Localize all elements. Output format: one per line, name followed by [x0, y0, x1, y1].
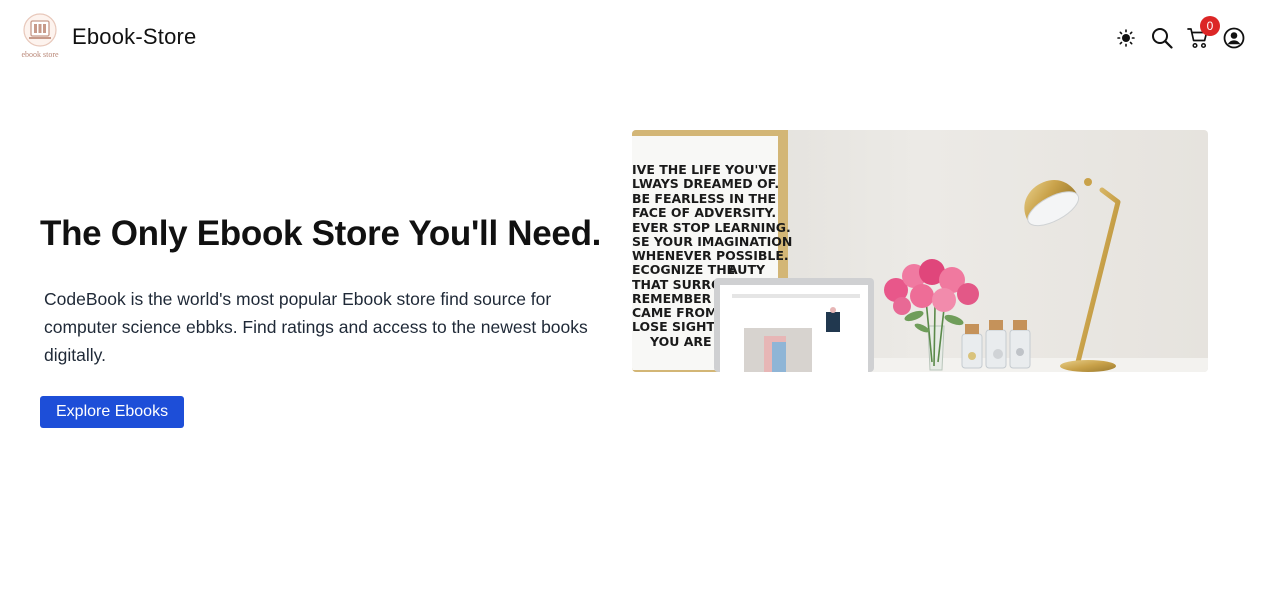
sun-icon: [1117, 29, 1135, 47]
poster-line: ECOGNIZE THE: [632, 262, 735, 277]
hero-description: CodeBook is the world's most popular Ebo…: [44, 289, 588, 365]
brand-name[interactable]: Ebook-Store: [72, 24, 197, 50]
cart-count-badge: 0: [1200, 16, 1220, 36]
poster-line: BE FEARLESS IN THE: [632, 191, 776, 206]
hero-title: The Only Ebook Store You'll Need.: [40, 214, 602, 253]
logo-text: ebook store: [21, 50, 59, 59]
poster-line: SE YOUR IMAGINATION: [632, 234, 792, 249]
poster-line: AUTY: [728, 262, 766, 277]
poster-line: IVE THE LIFE YOU'VE: [632, 162, 777, 177]
hero-image: IVE THE LIFE YOU'VE LWAYS DREAMED OF. BE…: [632, 130, 1208, 372]
user-account-icon: [1223, 27, 1245, 49]
logo-icon: ebook store: [21, 13, 59, 59]
account-button[interactable]: [1220, 24, 1248, 52]
site-header: ebook store Ebook-Store 0: [0, 0, 1272, 76]
explore-ebooks-button[interactable]: Explore Ebooks: [40, 396, 185, 428]
poster-line: EVER STOP LEARNING.: [632, 220, 791, 235]
poster-line: LWAYS DREAMED OF.: [632, 176, 779, 191]
search-button[interactable]: [1148, 24, 1176, 52]
cart-button[interactable]: 0: [1184, 16, 1220, 52]
theme-toggle-button[interactable]: [1112, 24, 1140, 52]
header-actions: 0: [1104, 16, 1248, 52]
search-icon: [1152, 28, 1173, 49]
desk-scene-image: IVE THE LIFE YOU'VE LWAYS DREAMED OF. BE…: [632, 130, 1208, 372]
poster-line: WHENEVER POSSIBLE.: [632, 248, 789, 263]
poster-line: FACE OF ADVERSITY.: [632, 205, 776, 220]
brand-logo[interactable]: ebook store: [17, 12, 63, 60]
